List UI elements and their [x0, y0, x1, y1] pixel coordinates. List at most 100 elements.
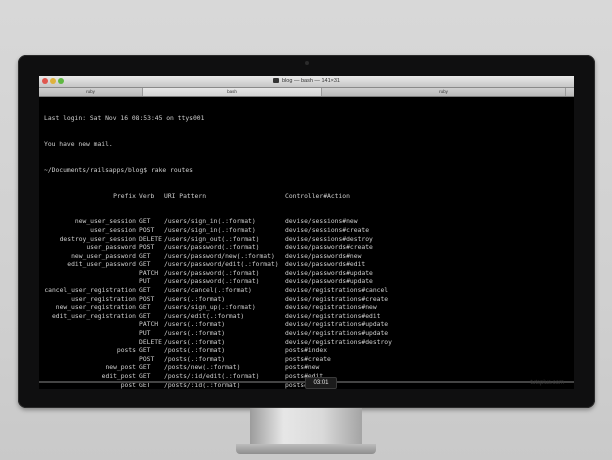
terminal-icon	[273, 78, 280, 83]
route-row: POST/posts(.:format) posts#create	[44, 356, 570, 365]
route-uri: /users/cancel(.:format)	[164, 287, 252, 295]
route-prefix: posts	[116, 347, 136, 355]
route-uri: /users(.:format)	[164, 330, 226, 338]
route-action: posts#create	[285, 355, 331, 363]
window-title: blog — bash — 141×31	[39, 76, 574, 87]
route-row: PATCH/users/password(.:format) devise/pas…	[44, 270, 570, 279]
route-verb: PUT	[139, 278, 151, 286]
route-row: destroy_user_session DELETE/users/sign_ou…	[44, 236, 570, 245]
route-prefix: edit_user_registration	[51, 312, 136, 320]
route-action: posts#new	[285, 364, 320, 372]
route-action: devise/registrations#edit	[285, 312, 381, 320]
route-action: devise/registrations#new	[285, 304, 377, 312]
route-row: new_user_session GET/users/sign_in(.:form…	[44, 218, 570, 227]
tab-ruby-1[interactable]: ruby	[39, 88, 143, 96]
route-verb: PATCH	[139, 321, 159, 329]
route-verb: DELETE	[139, 338, 162, 346]
terminal-line: Last login: Sat Nov 16 08:53:45 on ttys0…	[44, 115, 205, 123]
monitor: blog — bash — 141×31 ruby bash ruby Last…	[18, 55, 595, 408]
route-row: edit_user_password GET/users/password/edi…	[44, 261, 570, 270]
route-row: user_password POST/users/password(.:forma…	[44, 244, 570, 253]
terminal-prompt-line: ~/Documents/railsapps/blog$ rake routes	[44, 166, 193, 174]
route-action: devise/sessions#create	[285, 226, 370, 234]
route-uri: /users/edit(.:format)	[164, 312, 245, 320]
monitor-stand	[250, 408, 362, 446]
tab-ruby-2[interactable]: ruby	[322, 88, 566, 96]
route-row: new_user_registration GET/users/sign_up(.…	[44, 304, 570, 313]
route-verb: POST	[139, 355, 155, 363]
route-action: devise/passwords#update	[285, 269, 373, 277]
prefix-header: Prefix	[113, 192, 136, 200]
monitor-stand-base	[236, 444, 376, 454]
route-verb: GET	[139, 287, 151, 295]
route-action: devise/registrations#destroy	[285, 338, 392, 346]
video-timestamp: 03:01	[305, 377, 337, 389]
route-prefix: edit_user_password	[67, 261, 136, 269]
route-action: devise/registrations#update	[285, 330, 389, 338]
route-uri: /users/password/new(.:format)	[164, 252, 275, 260]
route-action: devise/sessions#destroy	[285, 235, 373, 243]
route-uri: /posts(.:format)	[164, 355, 226, 363]
route-verb: GET	[139, 304, 151, 312]
route-prefix: new_user_registration	[55, 304, 136, 312]
route-verb: GET	[139, 218, 151, 226]
route-row: user_session POST/users/sign_in(.:format)…	[44, 227, 570, 236]
route-uri: /users(.:format)	[164, 295, 226, 303]
route-prefix: new_post	[105, 364, 136, 372]
route-row: user_registration POST/users(.:format) dev…	[44, 296, 570, 305]
route-prefix: cancel_user_registration	[44, 287, 136, 295]
tab-bar: ruby bash ruby	[39, 88, 574, 97]
route-verb: POST	[139, 295, 155, 303]
screen: blog — bash — 141×31 ruby bash ruby Last…	[39, 76, 574, 389]
route-verb: POST	[139, 244, 155, 252]
route-uri: /users/password/edit(.:format)	[164, 261, 279, 269]
route-verb: POST	[139, 226, 155, 234]
route-action: devise/passwords#create	[285, 244, 373, 252]
route-action: devise/passwords#edit	[285, 261, 366, 269]
route-row: DELETE/users(.:format) devise/registratio…	[44, 339, 570, 348]
route-prefix: new_user_session	[74, 218, 136, 226]
route-uri: /users/password(.:format)	[164, 278, 260, 286]
route-row: cancel_user_registration GET/users/cancel…	[44, 287, 570, 296]
tab-bash[interactable]: bash	[143, 88, 322, 96]
route-verb: GET	[139, 312, 151, 320]
window-title-text: blog — bash — 141×31	[282, 78, 340, 84]
route-verb: GET	[139, 252, 151, 260]
route-uri: /posts/new(.:format)	[164, 364, 241, 372]
route-row: new_user_password GET/users/password/new(…	[44, 253, 570, 262]
route-action: devise/registrations#create	[285, 295, 389, 303]
route-prefix: user_session	[90, 226, 136, 234]
route-uri: /users(.:format)	[164, 338, 226, 346]
camera-icon	[304, 61, 309, 65]
route-prefix: user_registration	[71, 295, 136, 303]
route-verb: GET	[139, 261, 151, 269]
route-prefix: new_user_password	[71, 252, 136, 260]
verb-header: Verb	[139, 192, 155, 200]
terminal-line: You have new mail.	[44, 140, 113, 148]
route-action: devise/registrations#cancel	[285, 287, 389, 295]
route-uri: /users(.:format)	[164, 321, 226, 329]
route-uri: /users/sign_out(.:format)	[164, 235, 260, 243]
route-prefix: user_password	[86, 244, 136, 252]
route-uri: /users/sign_in(.:format)	[164, 218, 256, 226]
route-action: devise/registrations#update	[285, 321, 389, 329]
route-verb: GET	[139, 364, 151, 372]
route-uri: /users/sign_in(.:format)	[164, 226, 256, 234]
route-row: PUT/users(.:format) devise/registrations#…	[44, 330, 570, 339]
action-header: Controller#Action	[285, 192, 350, 200]
route-uri: /posts(.:format)	[164, 347, 226, 355]
route-action: posts#index	[285, 347, 328, 355]
route-uri: /users/sign_up(.:format)	[164, 304, 256, 312]
route-row: PUT/users/password(.:format) devise/passw…	[44, 278, 570, 287]
watermark: tutsplus.com	[530, 380, 564, 386]
route-action: devise/sessions#new	[285, 218, 358, 226]
window-titlebar[interactable]: blog — bash — 141×31	[39, 76, 574, 88]
route-action: devise/passwords#new	[285, 252, 362, 260]
route-uri: /users/password(.:format)	[164, 269, 260, 277]
route-verb: DELETE	[139, 235, 162, 243]
routes-header: Prefix Verb URI Pattern Controller#Action	[44, 193, 570, 202]
uri-header: URI Pattern	[164, 192, 207, 200]
terminal-output[interactable]: Last login: Sat Nov 16 08:53:45 on ttys0…	[44, 98, 570, 389]
route-row: edit_user_registration GET/users/edit(.:f…	[44, 313, 570, 322]
route-action: devise/passwords#update	[285, 278, 373, 286]
